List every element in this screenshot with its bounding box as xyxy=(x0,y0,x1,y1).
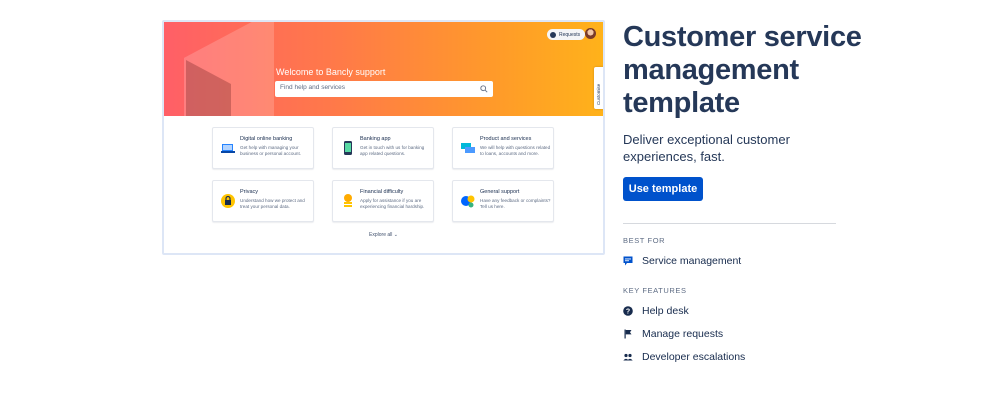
best-for-label: Service management xyxy=(642,255,742,267)
card-description: We will help with questions related to l… xyxy=(480,145,551,156)
cards-icon xyxy=(461,143,475,153)
customise-tab[interactable]: Customise xyxy=(594,67,603,109)
card-title: Privacy xyxy=(240,189,259,195)
service-card-banking-app[interactable]: Banking app Get in touch with us for ban… xyxy=(332,127,434,169)
card-title: Financial difficulty xyxy=(360,189,404,195)
feature-label: Manage requests xyxy=(642,328,724,340)
feature-item: ? Help desk xyxy=(623,305,689,317)
requests-label: Requests xyxy=(559,31,581,38)
question-icon: ? xyxy=(623,306,633,316)
card-description: Understand how we protect and treat your… xyxy=(240,198,305,209)
help-search-input[interactable]: Find help and services xyxy=(275,81,493,97)
card-description: Have any feedback or complaints? Tell us… xyxy=(480,198,551,209)
card-description: Get help with managing your business or … xyxy=(240,145,302,156)
svg-text:?: ? xyxy=(626,309,630,316)
chevron-down-icon: ⌄ xyxy=(393,232,398,238)
phone-icon xyxy=(344,141,352,155)
hero-title: Welcome to Bancly support xyxy=(276,67,386,77)
laptop-icon xyxy=(221,144,235,153)
card-description: Get in touch with us for banking app rel… xyxy=(360,145,425,156)
hero-banner: Welcome to Bancly support Find help and … xyxy=(164,22,603,116)
service-card-general-support[interactable]: General support Have any feedback or com… xyxy=(452,180,554,222)
service-card-financial-difficulty[interactable]: Financial difficulty Apply for assistanc… xyxy=(332,180,434,222)
service-card-digital-banking[interactable]: Digital online banking Get help with man… xyxy=(212,127,314,169)
support-icon xyxy=(461,195,475,208)
feature-label: Developer escalations xyxy=(642,351,746,363)
template-preview: Welcome to Bancly support Find help and … xyxy=(162,20,605,255)
people-icon xyxy=(623,353,633,361)
lock-icon xyxy=(221,194,235,208)
card-description: Apply for assistance if you are experien… xyxy=(360,198,425,209)
card-title: Banking app xyxy=(360,136,391,142)
coins-icon xyxy=(344,194,352,207)
card-title: General support xyxy=(480,189,520,195)
card-title: Digital online banking xyxy=(240,136,293,142)
chat-icon xyxy=(623,256,633,266)
search-placeholder: Find help and services xyxy=(280,84,346,91)
feature-item: Manage requests xyxy=(623,328,723,340)
divider xyxy=(623,223,836,224)
card-title: Product and services xyxy=(480,136,532,142)
feature-item: Developer escalations xyxy=(623,351,745,363)
explore-all-label: Explore all xyxy=(369,232,393,238)
page-subtitle: Deliver exceptional customer experiences… xyxy=(623,132,790,164)
feature-label: Help desk xyxy=(642,305,689,317)
requests-button[interactable]: Requests xyxy=(547,29,586,40)
avatar[interactable] xyxy=(585,28,596,39)
search-icon xyxy=(480,85,488,93)
page-title: Customer service management template xyxy=(623,21,862,119)
service-card-products[interactable]: Product and services We will help with q… xyxy=(452,127,554,169)
best-for-heading: BEST FOR xyxy=(623,236,666,245)
best-for-item: Service management xyxy=(623,255,741,267)
customise-label: Customise xyxy=(596,83,601,105)
requests-icon xyxy=(550,31,556,38)
key-features-heading: KEY FEATURES xyxy=(623,286,687,295)
service-card-privacy[interactable]: Privacy Understand how we protect and tr… xyxy=(212,180,314,222)
explore-all-link[interactable]: Explore all ⌄ xyxy=(164,232,603,238)
use-template-button[interactable]: Use template xyxy=(623,177,703,201)
flag-icon xyxy=(624,329,632,339)
